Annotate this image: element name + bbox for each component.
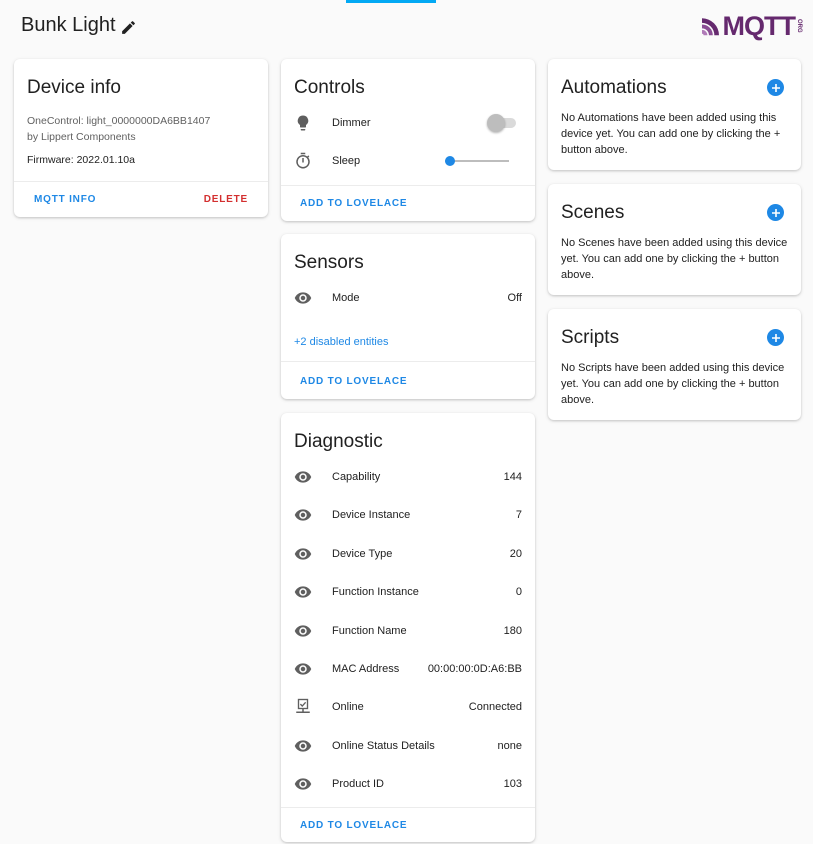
delete-button[interactable]: DELETE	[204, 194, 248, 205]
device-model: OneControl: light_0000000DA6BB1407	[27, 115, 211, 127]
eye-icon	[293, 467, 313, 487]
eye-icon	[293, 288, 313, 308]
add-automation-button[interactable]	[767, 79, 784, 96]
entity-name: MAC Address	[332, 663, 400, 675]
entity-value: none	[497, 740, 522, 752]
entity-row[interactable]: Mode Off	[281, 286, 535, 310]
entity-name: Product ID	[332, 778, 384, 790]
device-info-title: Device info	[27, 77, 121, 98]
diagnostic-title: Diagnostic	[294, 431, 383, 452]
plus-icon	[771, 208, 780, 217]
entity-value: Connected	[468, 701, 522, 713]
entity-value: 0	[515, 586, 522, 598]
card-divider	[281, 361, 535, 362]
mqtt-logo-text: MQTT	[722, 11, 796, 41]
entity-name: Device Instance	[332, 509, 411, 521]
scenes-empty-text: No Scenes have been added using this dev…	[561, 237, 788, 281]
mqtt-logo: MQTT ORG	[702, 11, 802, 41]
entity-name: Capability	[332, 471, 381, 483]
card-divider	[281, 185, 535, 186]
dimmer-label: Dimmer	[332, 117, 371, 129]
eye-icon	[293, 621, 313, 641]
entity-row[interactable]: Function Instance 0	[281, 580, 535, 604]
entity-row[interactable]: Device Type 20	[281, 542, 535, 566]
entity-name: Online	[332, 701, 364, 713]
page-title: Bunk Light	[21, 14, 116, 36]
eye-icon	[293, 544, 313, 564]
entity-row[interactable]: Function Name 180	[281, 619, 535, 643]
card-divider	[281, 807, 535, 808]
slider-knob[interactable]	[445, 156, 455, 166]
disabled-entities-link[interactable]: +2 disabled entities	[294, 336, 388, 348]
sensors-title: Sensors	[294, 252, 364, 273]
entity-row[interactable]: Capability 144	[281, 465, 535, 489]
eye-icon	[293, 736, 313, 756]
entity-name: Function Name	[332, 625, 407, 637]
plus-icon	[771, 83, 780, 92]
entity-value: 103	[503, 778, 522, 790]
entity-row[interactable]: Online Status Details none	[281, 734, 535, 758]
entity-value: 7	[515, 509, 522, 521]
scripts-empty-text: No Scripts have been added using this de…	[561, 362, 785, 406]
automations-empty-text: No Automations have been added using thi…	[561, 112, 781, 156]
mqtt-logo-subtext: ORG	[796, 19, 802, 33]
network-icon	[293, 697, 313, 717]
device-info-card: Device info OneControl: light_0000000DA6…	[14, 59, 268, 217]
device-manufacturer: by Lippert Components	[27, 131, 136, 143]
device-page: Bunk Light MQTT ORG Device info OneContr…	[0, 0, 813, 844]
entity-name: Function Instance	[332, 586, 419, 598]
controls-card: Controls Dimmer Sleep ADD TO LOVELACE	[281, 59, 535, 221]
dimmer-toggle[interactable]	[486, 113, 520, 133]
edit-name-button[interactable]	[118, 17, 138, 37]
eye-icon	[293, 505, 313, 525]
entity-name: Device Type	[332, 548, 393, 560]
entity-row[interactable]: Online Connected	[281, 695, 535, 719]
entity-row[interactable]: MAC Address 00:00:00:0D:A6:BB	[281, 657, 535, 681]
eye-icon	[293, 774, 313, 794]
sleep-row: Sleep	[281, 149, 535, 173]
add-to-lovelace-button[interactable]: ADD TO LOVELACE	[300, 376, 407, 387]
mqtt-info-button[interactable]: MQTT INFO	[34, 194, 96, 205]
scenes-title: Scenes	[561, 202, 625, 223]
card-divider	[14, 181, 268, 182]
entity-row[interactable]: Device Instance 7	[281, 503, 535, 527]
toggle-thumb	[487, 114, 505, 132]
entity-value: Off	[507, 292, 522, 304]
add-script-button[interactable]	[767, 329, 784, 346]
scripts-title: Scripts	[561, 327, 620, 348]
entity-value: 00:00:00:0D:A6:BB	[427, 663, 522, 675]
pencil-icon	[121, 20, 135, 34]
controls-title: Controls	[294, 77, 365, 98]
diagnostic-card: Diagnostic Capability 144 Device Instanc…	[281, 413, 535, 842]
entity-value: 144	[503, 471, 522, 483]
add-scene-button[interactable]	[767, 204, 784, 221]
sleep-label: Sleep	[332, 155, 361, 167]
device-firmware: Firmware: 2022.01.10a	[27, 154, 135, 166]
automations-card: Automations No Automations have been add…	[548, 59, 801, 170]
timer-icon	[293, 151, 313, 171]
automations-title: Automations	[561, 77, 667, 98]
scenes-card: Scenes No Scenes have been added using t…	[548, 184, 801, 295]
scripts-card: Scripts No Scripts have been added using…	[548, 309, 801, 420]
entity-name: Mode	[332, 292, 360, 304]
sleep-slider[interactable]	[445, 153, 509, 169]
lightbulb-icon	[293, 113, 313, 133]
add-to-lovelace-button[interactable]: ADD TO LOVELACE	[300, 820, 407, 831]
sensors-card: Sensors Mode Off +2 disabled entities AD…	[281, 234, 535, 399]
plus-icon	[771, 333, 780, 342]
entity-name: Online Status Details	[332, 740, 435, 752]
dimmer-row[interactable]: Dimmer	[281, 111, 535, 135]
eye-icon	[293, 582, 313, 602]
entity-value: 180	[503, 625, 522, 637]
add-to-lovelace-button[interactable]: ADD TO LOVELACE	[300, 198, 407, 209]
entity-row[interactable]: Product ID 103	[281, 772, 535, 796]
entity-value: 20	[509, 548, 522, 560]
eye-icon	[293, 659, 313, 679]
mqtt-waves-icon	[702, 18, 719, 36]
toolbar: Bunk Light MQTT ORG	[0, 0, 813, 56]
